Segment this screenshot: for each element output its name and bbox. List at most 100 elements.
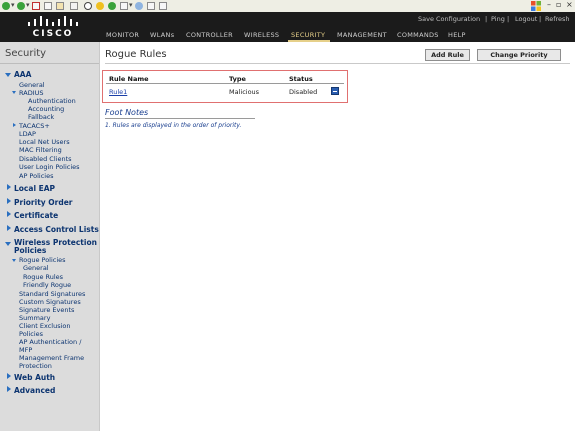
menu-wireless[interactable]: WIRELESS bbox=[244, 31, 279, 39]
collapsed-icon[interactable] bbox=[7, 225, 11, 231]
sidebar-item-accounting[interactable]: Accounting bbox=[28, 105, 64, 113]
sidebar-item-advanced[interactable]: Advanced bbox=[14, 386, 55, 395]
restore-icon[interactable]: ▫ bbox=[556, 0, 561, 9]
back-dropdown-icon[interactable]: ▾ bbox=[11, 1, 15, 9]
footnote-text: 1. Rules are displayed in the order of p… bbox=[105, 122, 242, 129]
table-header-divider bbox=[106, 83, 344, 84]
save-configuration-link[interactable]: Save Configuration bbox=[418, 15, 480, 23]
collapsed-icon[interactable] bbox=[7, 184, 11, 190]
mail-dropdown-icon[interactable]: ▾ bbox=[129, 1, 133, 9]
forward-icon[interactable] bbox=[17, 2, 25, 10]
sidebar-item-radius[interactable]: RADIUS bbox=[19, 89, 44, 97]
menu-monitor[interactable]: MONITOR bbox=[106, 31, 139, 39]
footnotes-title: Foot Notes bbox=[105, 108, 149, 117]
sidebar-item-fallback[interactable]: Fallback bbox=[28, 113, 54, 121]
add-rule-button[interactable]: Add Rule bbox=[425, 49, 470, 61]
print-icon[interactable] bbox=[135, 2, 143, 10]
sidebar-item-priority-order[interactable]: Priority Order bbox=[14, 198, 73, 207]
util-separator: | bbox=[539, 15, 542, 23]
footnotes-divider bbox=[105, 118, 255, 119]
column-header-type: Type bbox=[229, 75, 246, 83]
expanded-icon[interactable] bbox=[5, 242, 11, 246]
sidebar-item-client-exclusion[interactable]: Client Exclusion bbox=[19, 322, 71, 330]
minimize-icon[interactable]: – bbox=[547, 0, 551, 9]
home-icon[interactable] bbox=[56, 2, 64, 10]
column-header-rule-name: Rule Name bbox=[109, 75, 149, 83]
back-icon[interactable] bbox=[2, 2, 10, 10]
menu-wlans[interactable]: WLANs bbox=[150, 31, 174, 39]
menu-commands[interactable]: COMMANDS bbox=[397, 31, 439, 39]
sidebar-item-ap-authentication[interactable]: AP Authentication / bbox=[19, 338, 81, 346]
refresh-icon[interactable] bbox=[44, 2, 52, 10]
sidebar-item-rogue-general[interactable]: General bbox=[23, 264, 49, 272]
sidebar-item-web-auth[interactable]: Web Auth bbox=[14, 373, 55, 382]
menu-management[interactable]: MANAGEMENT bbox=[337, 31, 387, 39]
collapsed-icon[interactable] bbox=[7, 386, 11, 392]
page-title: Rogue Rules bbox=[105, 49, 167, 60]
app-header: CISCO Save Configuration | Ping | Logout… bbox=[0, 12, 575, 42]
menu-security[interactable]: SECURITY bbox=[291, 31, 325, 39]
column-header-status: Status bbox=[289, 75, 313, 83]
expanded-icon[interactable] bbox=[5, 73, 11, 77]
sidebar-item-aaa[interactable]: AAA bbox=[14, 70, 31, 79]
close-icon[interactable]: × bbox=[566, 0, 573, 9]
sidebar-item-general[interactable]: General bbox=[19, 81, 45, 89]
sidebar-item-local-eap[interactable]: Local EAP bbox=[14, 184, 55, 193]
mail-icon[interactable] bbox=[120, 2, 128, 10]
sidebar: Security AAA General RADIUS Authenticati… bbox=[0, 42, 100, 431]
sidebar-item-disabled-clients[interactable]: Disabled Clients bbox=[19, 155, 72, 163]
sidebar-item-tacacs[interactable]: TACACS+ bbox=[19, 122, 50, 130]
sidebar-item-client-exclusion-policies[interactable]: Policies bbox=[19, 330, 43, 338]
rule-name-link[interactable]: Rule1 bbox=[109, 88, 127, 96]
collapsed-icon[interactable] bbox=[7, 373, 11, 379]
sidebar-item-standard-signatures[interactable]: Standard Signatures bbox=[19, 290, 85, 298]
util-separator: | bbox=[485, 15, 488, 23]
sidebar-item-local-net-users[interactable]: Local Net Users bbox=[19, 138, 70, 146]
sidebar-divider bbox=[0, 63, 99, 64]
sidebar-item-signature-events-summary[interactable]: Summary bbox=[19, 314, 50, 322]
collapsed-icon[interactable] bbox=[7, 211, 11, 217]
sidebar-item-user-login-policies[interactable]: User Login Policies bbox=[19, 163, 80, 171]
edit-icon[interactable] bbox=[147, 2, 155, 10]
sidebar-item-custom-signatures[interactable]: Custom Signatures bbox=[19, 298, 81, 306]
sidebar-title: Security bbox=[5, 48, 47, 59]
sidebar-item-mac-filtering[interactable]: MAC Filtering bbox=[19, 146, 62, 154]
menu-controller[interactable]: CONTROLLER bbox=[186, 31, 233, 39]
sidebar-item-wireless-protection-policies-cont[interactable]: Policies bbox=[14, 246, 46, 255]
windows-logo-icon bbox=[531, 1, 541, 11]
ping-link[interactable]: Ping bbox=[491, 15, 505, 23]
sidebar-item-access-control-lists[interactable]: Access Control Lists bbox=[14, 225, 99, 234]
cisco-bars-icon bbox=[28, 16, 78, 26]
expanded-icon[interactable] bbox=[12, 259, 16, 262]
change-priority-button[interactable]: Change Priority bbox=[477, 49, 561, 61]
cisco-logo: CISCO bbox=[8, 14, 98, 41]
collapsed-icon[interactable] bbox=[7, 198, 11, 204]
discuss-icon[interactable] bbox=[159, 2, 167, 10]
sidebar-item-ap-policies[interactable]: AP Policies bbox=[19, 172, 53, 180]
sidebar-item-friendly-rogue[interactable]: Friendly Rogue bbox=[23, 281, 71, 289]
search-icon[interactable] bbox=[84, 2, 92, 10]
sidebar-item-mfp[interactable]: MFP bbox=[19, 346, 32, 354]
refresh-link[interactable]: Refresh bbox=[545, 15, 570, 23]
forward-dropdown-icon[interactable]: ▾ bbox=[26, 1, 30, 9]
sidebar-item-rogue-rules[interactable]: Rogue Rules bbox=[23, 273, 63, 281]
active-menu-indicator bbox=[288, 40, 330, 42]
rule-type-cell: Malicious bbox=[229, 88, 260, 96]
sidebar-item-protection[interactable]: Protection bbox=[19, 362, 52, 370]
menu-help[interactable]: HELP bbox=[448, 31, 466, 39]
collapsed-icon[interactable] bbox=[13, 123, 16, 127]
history-icon[interactable] bbox=[108, 2, 116, 10]
expanded-icon[interactable] bbox=[12, 91, 16, 94]
home-dropdown-icon[interactable] bbox=[70, 2, 78, 10]
util-separator: | bbox=[507, 15, 510, 23]
sidebar-item-rogue-policies[interactable]: Rogue Policies bbox=[19, 256, 66, 264]
sidebar-item-certificate[interactable]: Certificate bbox=[14, 211, 58, 220]
sidebar-item-management-frame[interactable]: Management Frame bbox=[19, 354, 84, 362]
sidebar-item-authentication[interactable]: Authentication bbox=[28, 97, 76, 105]
sidebar-item-signature-events[interactable]: Signature Events bbox=[19, 306, 74, 314]
favorites-icon[interactable] bbox=[96, 2, 104, 10]
logout-link[interactable]: Logout bbox=[515, 15, 537, 23]
row-menu-dropdown-icon[interactable] bbox=[331, 87, 339, 95]
sidebar-item-ldap[interactable]: LDAP bbox=[19, 130, 36, 138]
stop-icon[interactable] bbox=[32, 2, 40, 10]
